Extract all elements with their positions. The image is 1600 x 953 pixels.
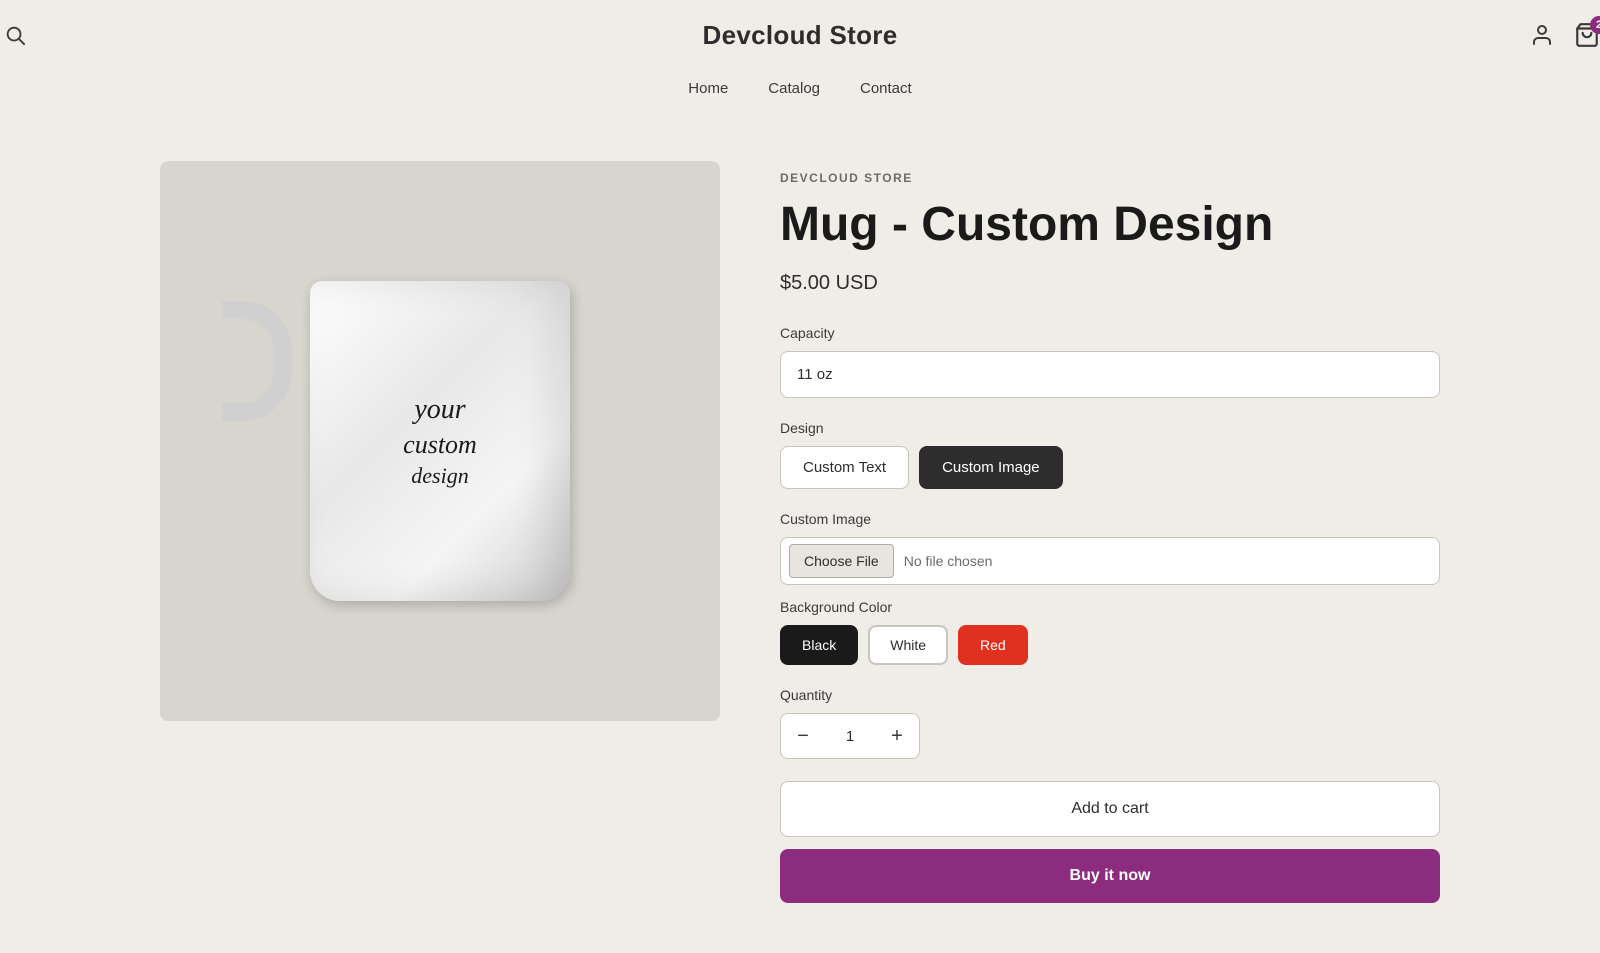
quantity-label: Quantity	[780, 687, 1440, 703]
nav-contact[interactable]: Contact	[860, 80, 912, 97]
mug-handle	[222, 301, 292, 421]
mug-illustration: your custom design	[280, 241, 600, 641]
capacity-select[interactable]: 11 oz 15 oz	[780, 351, 1440, 398]
main-content: your custom design DEVCLOUD STORE Mug - …	[0, 111, 1600, 953]
mug-line3: design	[403, 462, 477, 491]
search-icon	[4, 24, 26, 46]
cart-button[interactable]: 2	[1574, 22, 1600, 48]
color-options: Black White Red	[780, 625, 1440, 665]
brand-label: DEVCLOUD STORE	[780, 171, 1440, 185]
main-nav: Home Catalog Contact	[0, 66, 1600, 111]
header-right: 2	[1530, 22, 1600, 48]
mug-line2: custom	[403, 428, 477, 462]
quantity-increase-btn[interactable]: +	[875, 714, 919, 758]
file-input-wrapper: Choose File No file chosen	[780, 537, 1440, 585]
choose-file-button[interactable]: Choose File	[789, 544, 894, 578]
product-image-wrapper: your custom design	[160, 161, 720, 903]
design-label: Design	[780, 420, 1440, 436]
quantity-value: 1	[825, 728, 875, 745]
color-black-btn[interactable]: Black	[780, 625, 858, 665]
mug-body: your custom design	[310, 281, 570, 601]
search-button[interactable]	[0, 20, 30, 50]
bg-color-label: Background Color	[780, 599, 1440, 615]
store-title: Devcloud Store	[703, 20, 898, 51]
account-icon	[1530, 23, 1554, 47]
design-custom-text-btn[interactable]: Custom Text	[780, 446, 909, 489]
mug-text: your custom design	[403, 392, 477, 491]
header: Devcloud Store 2 Home Catalog Contact	[0, 0, 1600, 111]
design-options: Custom Text Custom Image	[780, 446, 1440, 489]
no-file-text: No file chosen	[904, 553, 993, 569]
quantity-control: − 1 +	[780, 713, 920, 759]
product-price: $5.00 USD	[780, 272, 1440, 295]
color-red-btn[interactable]: Red	[958, 625, 1028, 665]
product-image: your custom design	[160, 161, 720, 721]
product-details: DEVCLOUD STORE Mug - Custom Design $5.00…	[780, 161, 1440, 903]
capacity-label: Capacity	[780, 325, 1440, 341]
header-left	[0, 20, 30, 50]
custom-image-label: Custom Image	[780, 511, 1440, 527]
color-white-btn[interactable]: White	[868, 625, 948, 665]
nav-catalog[interactable]: Catalog	[768, 80, 820, 97]
quantity-decrease-btn[interactable]: −	[781, 714, 825, 758]
mug-line1: your	[403, 392, 477, 428]
account-button[interactable]	[1530, 23, 1554, 47]
design-custom-image-btn[interactable]: Custom Image	[919, 446, 1063, 489]
add-to-cart-button[interactable]: Add to cart	[780, 781, 1440, 837]
nav-home[interactable]: Home	[688, 80, 728, 97]
product-title: Mug - Custom Design	[780, 197, 1440, 252]
buy-now-button[interactable]: Buy it now	[780, 849, 1440, 903]
